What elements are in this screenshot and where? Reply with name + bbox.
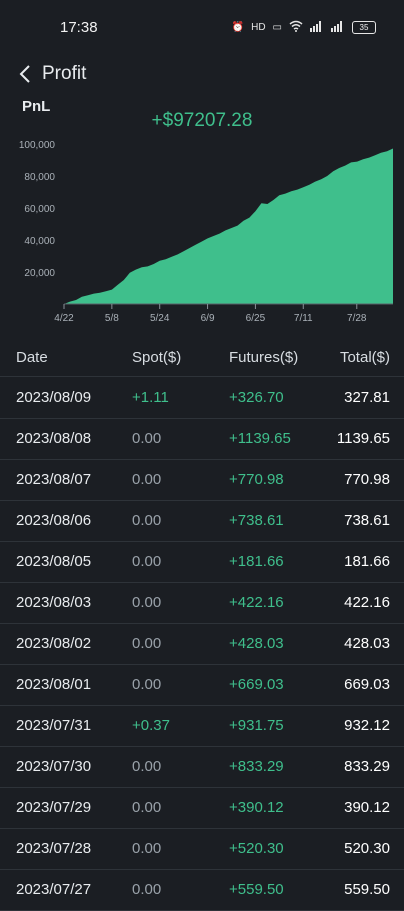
table-row[interactable]: 2023/08/02 0.00 +428.03 428.03 xyxy=(0,624,404,665)
row-total: 559.50 xyxy=(344,881,390,898)
y-tick-label: 100,000 xyxy=(19,140,56,151)
y-tick-label: 60,000 xyxy=(24,204,55,215)
alarm-icon: ⏰ xyxy=(231,21,245,33)
top-nav: Profit xyxy=(0,54,404,94)
x-tick-label: 7/11 xyxy=(294,313,313,324)
row-total: 327.81 xyxy=(344,389,390,406)
y-tick-label: 40,000 xyxy=(24,236,55,247)
table-row[interactable]: 2023/07/27 0.00 +559.50 559.50 xyxy=(0,870,404,911)
status-bar: 17:38 ⏰ HD ▭ 35 xyxy=(0,0,404,54)
table-row[interactable]: 2023/08/09 +1.11 +326.70 327.81 xyxy=(0,378,404,419)
table-row[interactable]: 2023/07/30 0.00 +833.29 833.29 xyxy=(0,747,404,788)
row-futures: +738.61 xyxy=(229,512,284,529)
row-total: 422.16 xyxy=(344,594,390,611)
row-total: 1139.65 xyxy=(336,430,390,447)
row-futures: +428.03 xyxy=(229,635,284,652)
signal-icon xyxy=(310,20,324,35)
status-time: 17:38 xyxy=(60,18,98,36)
row-total: 181.66 xyxy=(344,553,390,570)
row-futures: +390.12 xyxy=(229,799,284,816)
row-futures: +770.98 xyxy=(229,471,284,488)
row-date: 2023/07/28 xyxy=(16,840,92,857)
row-date: 2023/08/06 xyxy=(16,512,92,529)
row-spot: 0.00 xyxy=(132,512,162,529)
row-total: 833.29 xyxy=(344,758,390,775)
table-row[interactable]: 2023/08/01 0.00 +669.03 669.03 xyxy=(0,665,404,706)
table-header: Date Spot($) Futures($) Total($) xyxy=(0,340,404,377)
row-futures: +422.16 xyxy=(229,594,284,611)
row-spot: 0.00 xyxy=(132,676,162,693)
row-futures: +559.50 xyxy=(229,881,284,898)
row-spot: 0.00 xyxy=(132,840,162,857)
pnl-area-chart: 20,000 40,000 60,000 80,000 100,000 4/22 5/8 5/… xyxy=(19,140,393,324)
row-total: 669.03 xyxy=(344,676,390,693)
row-spot: 0.00 xyxy=(132,553,162,570)
row-futures: +833.29 xyxy=(229,758,284,775)
header-date: Date xyxy=(16,349,48,366)
row-spot: +0.37 xyxy=(132,717,170,734)
y-tick-label: 20,000 xyxy=(24,268,55,279)
row-date: 2023/08/01 xyxy=(16,676,92,693)
row-futures: +326.70 xyxy=(229,389,284,406)
row-date: 2023/08/05 xyxy=(16,553,92,570)
table-row[interactable]: 2023/08/07 0.00 +770.98 770.98 xyxy=(0,460,404,501)
row-futures: +931.75 xyxy=(229,717,284,734)
status-icons: ⏰ HD ▭ 35 xyxy=(232,20,376,35)
row-spot: 0.00 xyxy=(132,471,162,488)
row-spot: 0.00 xyxy=(132,799,162,816)
row-futures: +520.30 xyxy=(229,840,284,857)
header-futures: Futures($) xyxy=(229,349,299,366)
row-date: 2023/07/29 xyxy=(16,799,92,816)
row-spot: 0.00 xyxy=(132,430,162,447)
page-title[interactable]: Profit xyxy=(42,63,86,85)
header-spot: Spot($) xyxy=(132,349,182,366)
row-total: 770.98 xyxy=(344,471,390,488)
row-futures: +181.66 xyxy=(229,553,284,570)
row-date: 2023/08/08 xyxy=(16,430,92,447)
table-row[interactable]: 2023/08/05 0.00 +181.66 181.66 xyxy=(0,542,404,583)
battery-icon: 35 xyxy=(352,20,376,34)
profit-table: 2023/08/09 +1.11 +326.70 327.81 2023/08/08 0.… xyxy=(0,378,404,911)
table-row[interactable]: 2023/08/06 0.00 +738.61 738.61 xyxy=(0,501,404,542)
table-row[interactable]: 2023/07/28 0.00 +520.30 520.30 xyxy=(0,829,404,870)
row-date: 2023/08/03 xyxy=(16,594,92,611)
row-futures: +1139.65 xyxy=(229,430,291,447)
row-date: 2023/07/30 xyxy=(16,758,92,775)
table-row[interactable]: 2023/08/08 0.00 +1139.65 1139.65 xyxy=(0,419,404,460)
x-tick-label: 6/9 xyxy=(201,313,215,324)
volte-icon: ▭ xyxy=(272,21,282,33)
row-total: 520.30 xyxy=(344,840,390,857)
row-total: 932.12 xyxy=(344,717,390,734)
row-date: 2023/08/07 xyxy=(16,471,92,488)
signal-icon xyxy=(331,20,345,35)
x-tick-label: 4/22 xyxy=(54,313,74,324)
row-spot: 0.00 xyxy=(132,635,162,652)
wifi-icon xyxy=(289,20,303,35)
row-futures: +669.03 xyxy=(229,676,284,693)
row-total: 428.03 xyxy=(344,635,390,652)
row-date: 2023/07/31 xyxy=(16,717,92,734)
row-total: 738.61 xyxy=(344,512,390,529)
table-row[interactable]: 2023/07/29 0.00 +390.12 390.12 xyxy=(0,788,404,829)
y-tick-label: 80,000 xyxy=(24,172,55,183)
pnl-area-series xyxy=(64,148,393,304)
row-spot: +1.11 xyxy=(132,389,169,406)
header-total: Total($) xyxy=(339,349,390,366)
x-tick-label: 5/8 xyxy=(105,313,119,324)
back-chevron-icon[interactable] xyxy=(18,63,40,85)
row-date: 2023/07/27 xyxy=(16,881,92,898)
x-tick-label: 6/25 xyxy=(246,313,266,324)
row-spot: 0.00 xyxy=(132,594,162,611)
row-date: 2023/08/02 xyxy=(16,635,92,652)
x-tick-label: 7/28 xyxy=(347,313,367,324)
row-spot: 0.00 xyxy=(132,758,162,775)
table-row[interactable]: 2023/07/31 +0.37 +931.75 932.12 xyxy=(0,706,404,747)
row-spot: 0.00 xyxy=(132,881,162,898)
row-date: 2023/08/09 xyxy=(16,389,92,406)
table-row[interactable]: 2023/08/03 0.00 +422.16 422.16 xyxy=(0,583,404,624)
hd-icon: HD xyxy=(251,21,266,33)
row-total: 390.12 xyxy=(344,799,390,816)
total-pnl-value: +$97207.28 xyxy=(151,110,253,131)
x-tick-label: 5/24 xyxy=(150,313,170,324)
